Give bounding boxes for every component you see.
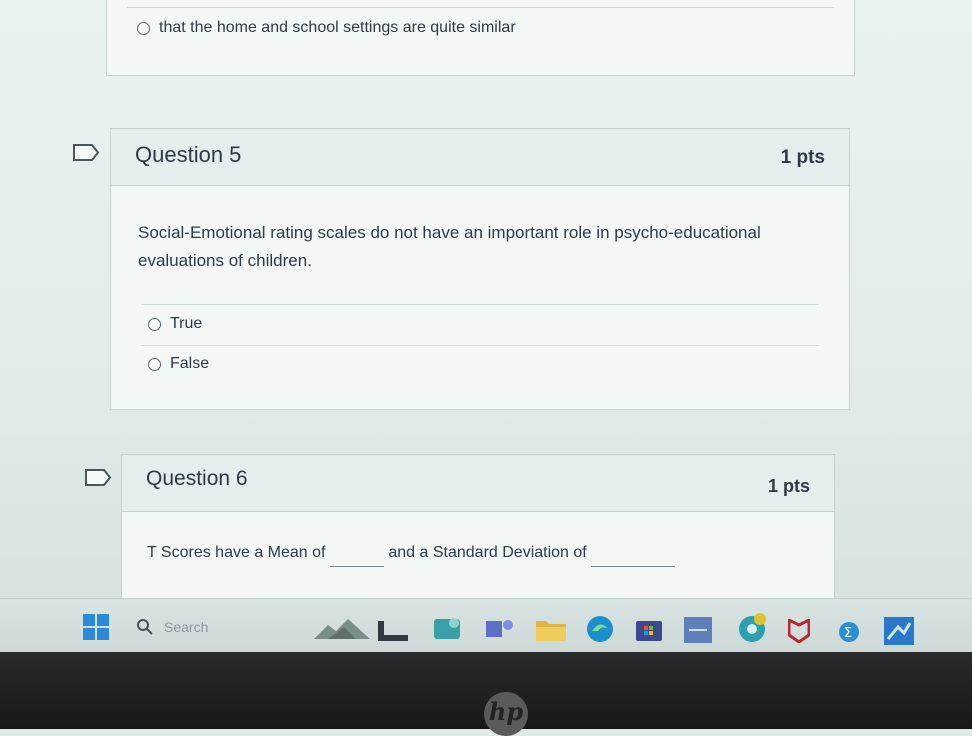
answer-divider [141, 304, 819, 305]
store-icon[interactable] [636, 617, 662, 641]
svg-text:Σ: Σ [844, 626, 852, 641]
question-text-part2: and a Standard Deviation of [388, 544, 587, 561]
answer-divider [127, 7, 834, 8]
answer-label: False [170, 355, 210, 372]
file-explorer-icon[interactable] [378, 621, 408, 641]
search-placeholder: Search [164, 619, 209, 635]
answer-divider [141, 345, 819, 346]
calculator-icon[interactable]: Σ [838, 621, 860, 643]
chrome-icon[interactable] [736, 613, 768, 643]
question-5-card: Question 5 1 pts Social-Emotional rating… [110, 128, 850, 410]
taskbar: Search Σ [0, 598, 972, 652]
question-points: 1 pts [767, 476, 810, 496]
flag-question-5-icon[interactable] [72, 143, 100, 162]
radio-button[interactable] [148, 357, 161, 371]
question-title: Question 6 [146, 467, 248, 490]
question-text: Social-Emotional rating scales do not ha… [138, 223, 761, 270]
widgets-icon[interactable] [314, 617, 370, 641]
answer-option[interactable]: that the home and school settings are qu… [137, 19, 516, 37]
flag-question-6-icon[interactable] [84, 468, 112, 487]
app-icon[interactable] [684, 617, 712, 643]
radio-button[interactable] [148, 317, 161, 331]
radio-button[interactable] [137, 21, 150, 35]
question-text: T Scores have a Mean of and a Standard D… [147, 539, 676, 567]
folder-icon[interactable] [536, 617, 566, 641]
question-text-part1: T Scores have a Mean of [147, 544, 326, 561]
app-icon-2[interactable] [884, 617, 914, 645]
photos-icon[interactable] [434, 615, 464, 641]
answer-option-false[interactable]: False [148, 355, 209, 373]
previous-question-card: that the home and school settings are qu… [106, 0, 855, 76]
hp-logo: hp [484, 692, 528, 736]
blank-sd-input[interactable] [591, 548, 676, 567]
answer-label: True [170, 315, 203, 332]
edge-icon[interactable] [586, 615, 614, 643]
blank-mean-input[interactable] [329, 548, 384, 567]
question-6-card: Question 6 1 pts T Scores have a Mean of… [121, 454, 835, 614]
search-icon [137, 619, 153, 635]
mcafee-icon[interactable] [788, 619, 810, 643]
browser-viewport: that the home and school settings are qu… [0, 0, 972, 652]
answer-option-true[interactable]: True [148, 315, 202, 333]
windows-start-icon[interactable] [83, 614, 109, 640]
taskbar-search-box[interactable]: Search [126, 611, 296, 643]
question-title: Question 5 [135, 142, 242, 167]
teams-icon[interactable] [486, 617, 514, 641]
question-5-header: Question 5 1 pts [111, 129, 849, 186]
question-points: 1 pts [780, 147, 825, 168]
question-6-header: Question 6 1 pts [122, 455, 834, 512]
answer-label: that the home and school settings are qu… [159, 19, 516, 36]
